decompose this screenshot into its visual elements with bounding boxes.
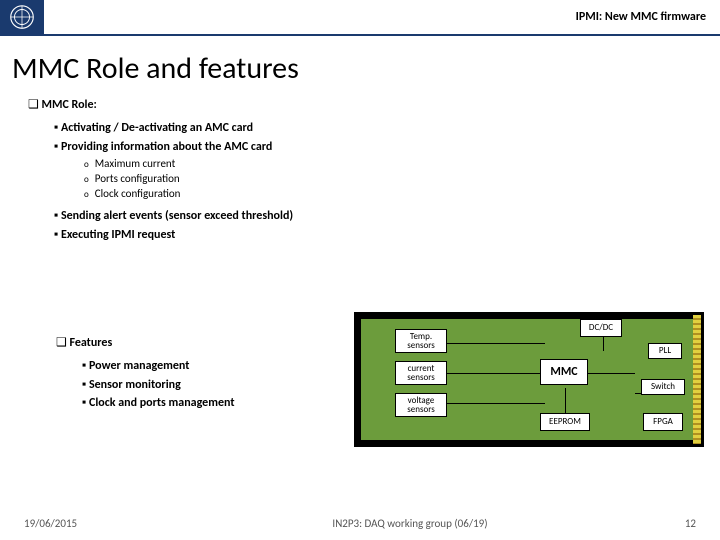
dg-box-eeprom: EEPROM [540, 413, 590, 431]
bullet-item: Sending alert events (sensor exceed thre… [54, 208, 700, 225]
dg-box-mmc: MMC [540, 359, 588, 385]
bullet-item: Clock and ports management [82, 395, 235, 412]
footer-date: 19/06/2015 [24, 517, 184, 530]
header-title: IPMI: New MMC firmware [44, 10, 720, 24]
dg-box-pll: PLL [648, 343, 682, 359]
dg-box-fpga: FPGA [643, 413, 683, 431]
dg-box-dcdc: DC/DC [580, 319, 622, 337]
bullet-item: Power management [82, 358, 235, 375]
dg-connector [693, 315, 701, 444]
bullet-item: Sensor monitoring [82, 377, 235, 394]
dg-box-voltage: voltage sensors [395, 393, 447, 417]
slide-title: MMC Role and features [0, 36, 720, 97]
footer-page: 12 [636, 517, 696, 530]
sub-bullet-item: Clock configuration [84, 187, 700, 202]
footer: 19/06/2015 IN2P3: DAQ working group (06/… [0, 517, 720, 530]
content-area: MMC Role: Activating / De-activating an … [0, 97, 720, 244]
section2: Features Power management Sensor monitor… [28, 335, 255, 414]
sub-bullet-item: Ports configuration [84, 172, 700, 187]
dg-line [585, 373, 635, 374]
dg-box-current: current sensors [395, 361, 447, 385]
sub-bullet-item: Maximum current [84, 157, 700, 172]
bullet-item: Executing IPMI request [54, 227, 700, 244]
dg-line [445, 373, 545, 374]
section2-heading: Features [56, 335, 235, 352]
dg-line [445, 343, 545, 344]
bullet-item: Activating / De-activating an AMC card [54, 120, 700, 137]
dg-box-temp: Temp. sensors [395, 329, 447, 353]
logo [0, 0, 44, 35]
footer-center: IN2P3: DAQ working group (06/19) [184, 517, 636, 530]
section1-heading: MMC Role: [28, 97, 700, 114]
cern-logo-icon [7, 2, 37, 32]
block-diagram: DC/DC Temp. sensors current sensors volt… [354, 312, 704, 447]
header-bar: IPMI: New MMC firmware [0, 0, 720, 36]
bullet-item: Providing information about the AMC card [54, 139, 700, 156]
dg-line [445, 403, 545, 404]
dg-box-switch: Switch [641, 379, 685, 395]
